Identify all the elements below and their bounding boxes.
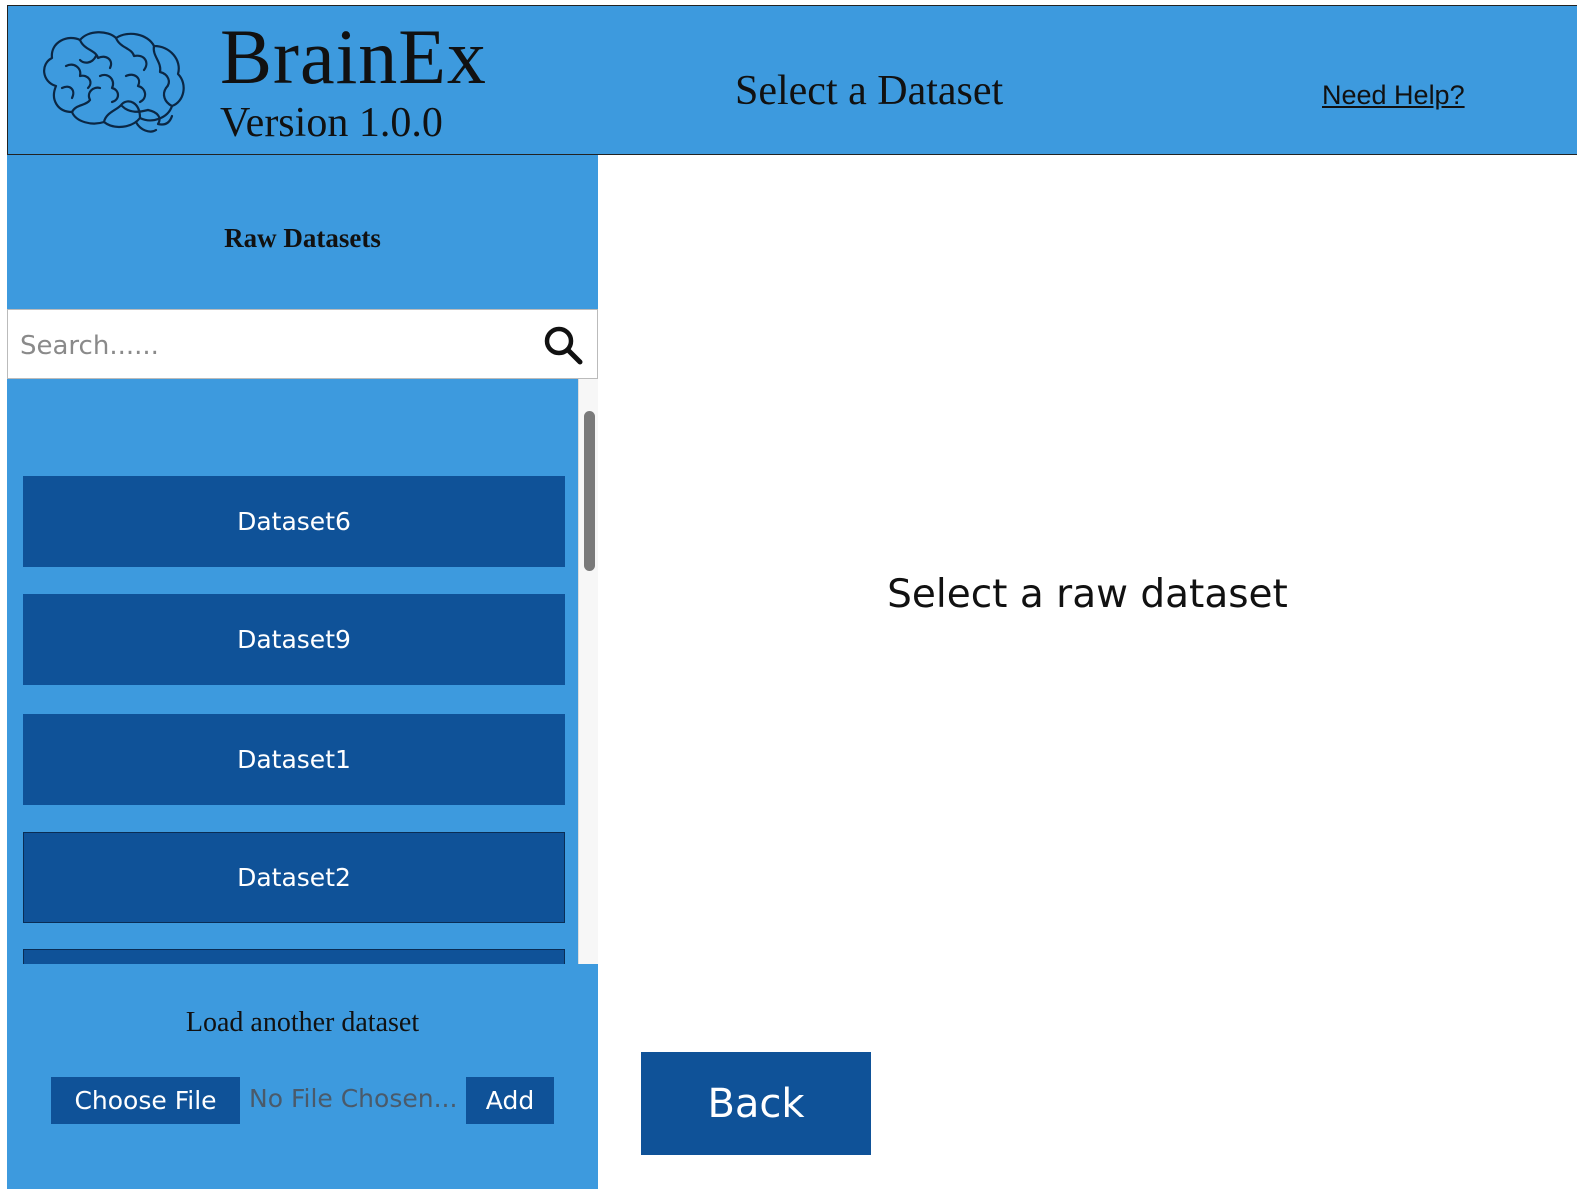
file-status-text: No File Chosen...	[249, 1084, 458, 1113]
dataset-label: Dataset6	[237, 507, 351, 536]
search-input[interactable]	[18, 322, 522, 370]
dataset-list: Dataset6 Dataset9 Dataset1 Dataset2	[7, 379, 598, 964]
app-version: Version 1.0.0	[220, 100, 443, 146]
search-box	[7, 309, 598, 379]
dataset-item-dataset2[interactable]: Dataset2	[23, 832, 565, 923]
brain-icon	[43, 31, 185, 133]
app-header: BrainEx Version 1.0.0 Select a Dataset N…	[7, 5, 1577, 155]
add-button[interactable]: Add	[466, 1077, 554, 1124]
dataset-label: Dataset9	[237, 625, 351, 654]
frame-edge	[0, 0, 7, 1189]
scrollbar-thumb[interactable]	[584, 411, 595, 571]
page-title: Select a Dataset	[735, 68, 1004, 114]
search-icon[interactable]	[542, 324, 584, 366]
app-name: BrainEx	[220, 13, 487, 100]
select-dataset-message: Select a raw dataset	[887, 572, 1288, 617]
load-dataset-label: Load another dataset	[185, 1007, 420, 1038]
need-help-link[interactable]: Need Help?	[1322, 82, 1465, 109]
back-button[interactable]: Back	[641, 1052, 871, 1155]
sidebar: Raw Datasets Dataset6 Dataset9 Dataset1 …	[7, 155, 598, 1189]
dataset-item-partial[interactable]	[23, 949, 565, 964]
sidebar-heading: Raw Datasets	[224, 223, 381, 253]
dataset-list-scrollbar[interactable]	[578, 379, 598, 964]
dataset-label: Dataset1	[237, 745, 351, 774]
dataset-item-dataset9[interactable]: Dataset9	[23, 594, 565, 685]
dataset-item-dataset6[interactable]: Dataset6	[23, 476, 565, 567]
dataset-label: Dataset2	[237, 863, 351, 892]
choose-file-button[interactable]: Choose File	[51, 1077, 240, 1124]
dataset-item-dataset1[interactable]: Dataset1	[23, 714, 565, 805]
